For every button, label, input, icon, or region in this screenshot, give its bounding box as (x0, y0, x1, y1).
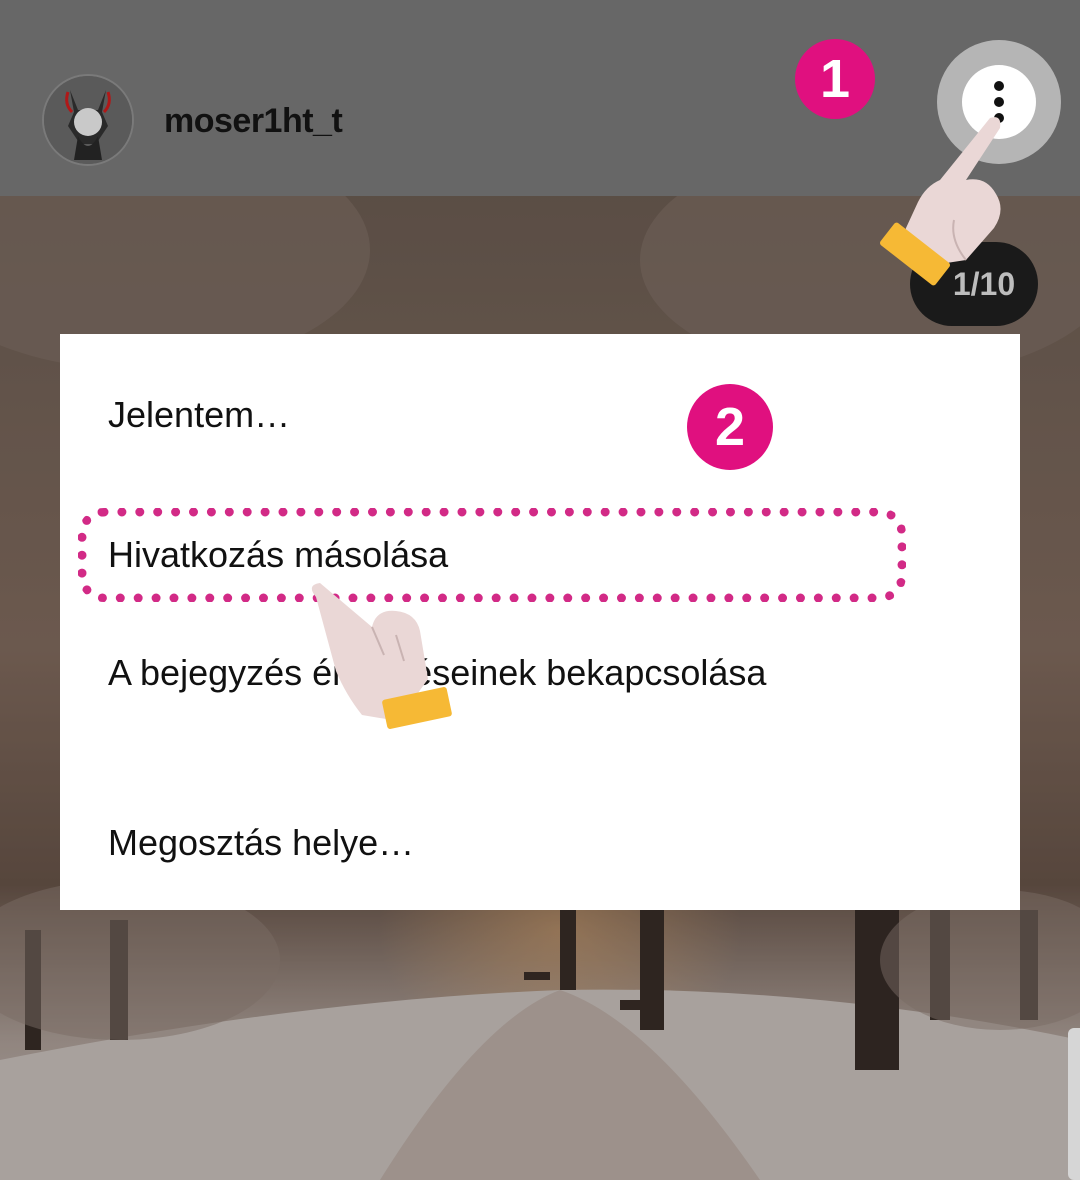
more-vertical-icon-dot (994, 97, 1004, 107)
copy-link-highlight (78, 508, 906, 602)
pointing-hand-icon (880, 117, 1001, 286)
pointing-hand-icon (311, 583, 452, 729)
more-vertical-icon (994, 81, 1004, 91)
avatar-character-icon (44, 76, 132, 164)
menu-item-report[interactable]: Jelentem… (108, 390, 290, 440)
scrollbar[interactable] (1068, 1028, 1080, 1180)
avatar[interactable] (42, 74, 134, 166)
step-1-badge: 1 (795, 39, 875, 119)
username[interactable]: moser1ht_t (164, 102, 343, 141)
menu-item-share-to[interactable]: Megosztás helye… (108, 818, 414, 868)
step-2-badge: 2 (687, 384, 773, 470)
options-menu: Jelentem… Hivatkozás másolása A bejegyzé… (60, 334, 1020, 910)
